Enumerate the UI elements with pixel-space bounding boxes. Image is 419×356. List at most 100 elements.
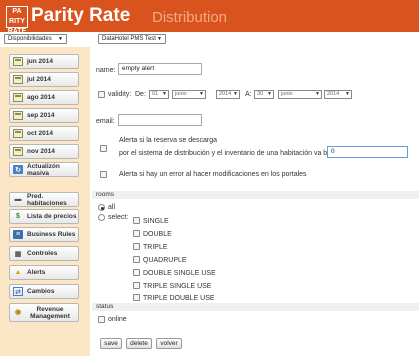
de-label: De: [135, 91, 146, 98]
validity-checkbox[interactable] [98, 91, 105, 98]
calendar-icon [13, 111, 23, 120]
room-label-quadruple: QUADRUPLE [143, 257, 187, 264]
room-checkbox-triple[interactable] [133, 243, 140, 250]
sidebar-item-jul-2014[interactable]: jul 2014 [9, 72, 79, 87]
room-checkbox-triple-double-use[interactable] [133, 294, 140, 301]
inventory-alert-line1: Alerta si la reserva se descarga [119, 137, 218, 144]
room-checkbox-double-single-use[interactable] [133, 269, 140, 276]
sidebar-item-label: oct 2014 [27, 130, 54, 137]
online-checkbox[interactable] [98, 316, 105, 323]
delete-button[interactable]: delete [126, 338, 152, 349]
app-subtitle: Distribution [152, 9, 228, 26]
sidebar-item-nov-2014[interactable]: nov 2014 [9, 144, 79, 159]
disponibilidades-select[interactable]: Disponibilidades ▼ [4, 34, 67, 44]
to-day-value: 30 [257, 91, 264, 97]
revenue-icon: ◉ [14, 309, 22, 316]
alert-icon: ▲ [14, 269, 22, 276]
portal-error-alert-checkbox[interactable] [100, 171, 107, 178]
sidebar-item-label: Alerts [27, 269, 46, 276]
bed-icon: ▬ [14, 196, 22, 203]
sidebar-item-cambios[interactable]: ⇄ Cambios [9, 284, 79, 299]
from-year-value: 2014 [219, 91, 232, 97]
chevron-down-icon: ▼ [233, 91, 238, 97]
sidebar-item-label: nov 2014 [27, 148, 55, 155]
calendar-icon [13, 57, 23, 66]
sidebar-item-label: Pred. habitaciones [27, 192, 67, 207]
from-year-select[interactable]: 2014 ▼ [216, 90, 240, 99]
room-label-triple-single-use: TRIPLE SINGLE USE [143, 283, 212, 290]
sidebar-item-lista-de-precios[interactable]: $ Lista de precios [9, 209, 79, 224]
save-button[interactable]: save [100, 338, 122, 349]
calendar-icon [13, 75, 23, 84]
portal-error-alert-text: Alerta si hay un error al hacer modifica… [119, 171, 307, 178]
hotel-select[interactable]: DataHotel PMS Test ▼ [98, 34, 166, 44]
sidebar-item-label: Business Rules [27, 231, 76, 238]
chevron-down-icon: ▼ [162, 91, 167, 97]
calendar-icon [13, 129, 23, 138]
email-input[interactable] [118, 114, 202, 126]
room-checkbox-double[interactable] [133, 230, 140, 237]
sidebar-item-sep-2014[interactable]: sep 2014 [9, 108, 79, 123]
sidebar-item-jun-2014[interactable]: jun 2014 [9, 54, 79, 69]
disponibilidades-value: Disponibilidades [8, 36, 52, 42]
to-day-select[interactable]: 30 ▼ [254, 90, 274, 99]
from-day-value: 01 [152, 91, 159, 97]
inventory-threshold-input[interactable]: 0 [327, 146, 408, 158]
sidebar-item-label: Actualizón masiva [27, 162, 60, 177]
sidebar-item-ago-2014[interactable]: ago 2014 [9, 90, 79, 105]
status-section-header: status [92, 303, 419, 311]
sidebar-item-controles[interactable]: ▦ Controles [9, 246, 79, 261]
volver-button[interactable]: volver [156, 338, 182, 349]
room-checkbox-quadruple[interactable] [133, 256, 140, 263]
sidebar-item-actualizacion-masiva[interactable]: ↻ Actualizón masiva [9, 162, 79, 177]
sidebar-item-revenue-management[interactable]: ◉ Revenue Management [9, 303, 79, 322]
controls-icon: ▦ [14, 250, 22, 258]
from-month-select[interactable]: junio ▼ [172, 90, 206, 99]
sidebar-item-label: sep 2014 [27, 112, 55, 119]
sidebar: jun 2014 jul 2014 ago 2014 sep 2014 oct … [0, 47, 90, 356]
chevron-down-icon: ▼ [199, 91, 204, 97]
room-label-double: DOUBLE [143, 231, 172, 238]
inventory-alert-line2: por el sistema de distribución y el inve… [119, 150, 360, 157]
room-label-triple: TRIPLE [143, 244, 168, 251]
rules-icon: ≡ [13, 230, 23, 239]
sidebar-item-label: Cambios [27, 288, 55, 295]
calendar-icon [13, 147, 23, 156]
room-label-single: SINGLE [143, 218, 169, 225]
room-checkbox-single[interactable] [133, 217, 140, 224]
room-label-triple-double-use: TRIPLE DOUBLE USE [143, 295, 215, 302]
sidebar-item-oct-2014[interactable]: oct 2014 [9, 126, 79, 141]
sidebar-item-pred-habitaciones[interactable]: ▬ Pred. habitaciones [9, 192, 79, 207]
to-month-value: junio [281, 91, 293, 97]
sidebar-item-label: Lista de precios [27, 213, 77, 220]
hotel-value: DataHotel PMS Test [102, 36, 156, 42]
sidebar-item-label: jul 2014 [27, 76, 51, 83]
app-title: Parity Rate [31, 5, 131, 26]
chevron-down-icon: ▼ [157, 36, 162, 42]
sidebar-item-business-rules[interactable]: ≡ Business Rules [9, 227, 79, 242]
sidebar-item-label: Controles [27, 250, 58, 257]
rooms-select-radio[interactable] [98, 214, 105, 221]
validity-label: validity: [108, 91, 132, 98]
changes-icon: ⇄ [13, 287, 23, 296]
to-year-select[interactable]: 2014 ▼ [324, 90, 352, 99]
chevron-down-icon: ▼ [267, 91, 272, 97]
sidebar-item-label: jun 2014 [27, 58, 54, 65]
chevron-down-icon: ▼ [315, 91, 320, 97]
sidebar-item-alerts[interactable]: ▲ Alerts [9, 265, 79, 280]
inventory-alert-checkbox[interactable] [100, 145, 107, 152]
rooms-all-label: all [108, 204, 116, 211]
online-label: online [108, 316, 127, 323]
refresh-icon: ↻ [13, 165, 23, 174]
name-label: name: [96, 67, 116, 74]
from-day-select[interactable]: 01 ▼ [149, 90, 169, 99]
to-month-select[interactable]: junio ▼ [278, 90, 322, 99]
alert-form: name: empty alert validity: De: 01 ▼ juni… [92, 47, 419, 356]
name-input[interactable]: empty alert [118, 63, 202, 75]
room-checkbox-triple-single-use[interactable] [133, 282, 140, 289]
dollar-icon: $ [16, 213, 20, 220]
sidebar-item-label: Revenue Management [30, 305, 70, 320]
rooms-all-radio[interactable] [98, 204, 105, 211]
calendar-icon [13, 93, 23, 102]
email-label: email: [96, 118, 115, 125]
